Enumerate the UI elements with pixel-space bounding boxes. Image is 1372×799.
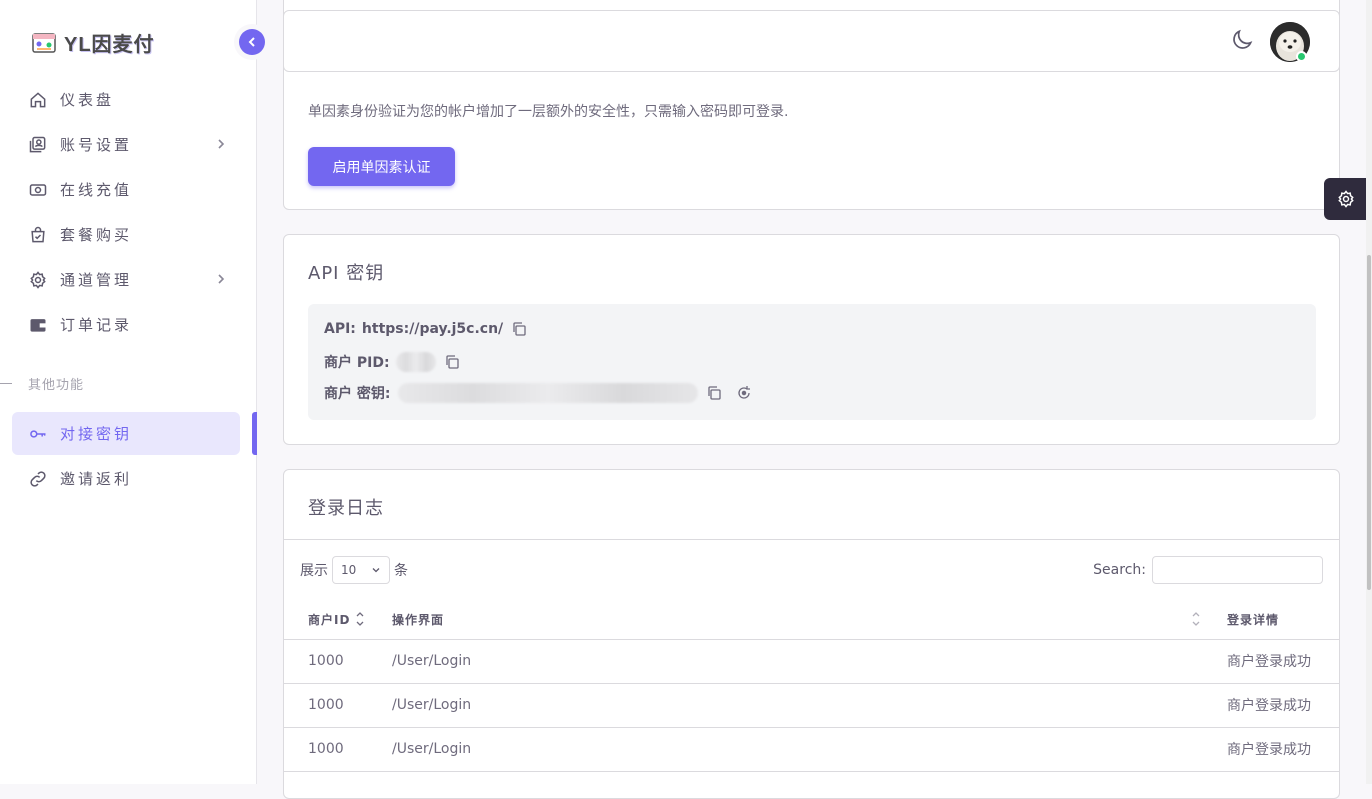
login-log-table: 商户ID 操作界面 登录详情 1000 /User/Login 商户登录成功 1… xyxy=(284,600,1339,772)
scrollbar-thumb[interactable] xyxy=(1367,255,1371,590)
sidebar: YL因麦付 仪表盘 账号设置 在线充值 套餐购买 通道管理 订单记录 其他功能 … xyxy=(0,0,257,784)
sidebar-item-referral[interactable]: 邀请返利 xyxy=(12,457,240,500)
section-divider xyxy=(0,383,12,384)
copy-icon[interactable] xyxy=(444,354,460,370)
top-navbar xyxy=(283,10,1340,72)
sort-icon xyxy=(356,612,364,626)
sidebar-item-channels[interactable]: 通道管理 xyxy=(12,258,240,301)
column-header-page[interactable]: 操作界面 xyxy=(392,600,1209,640)
cell-merchant-id: 1000 xyxy=(284,727,392,772)
refresh-icon[interactable] xyxy=(736,385,752,401)
menu-section-header: 其他功能 xyxy=(0,374,84,393)
card-divider xyxy=(284,539,1339,540)
customizer-toggle-button[interactable] xyxy=(1324,178,1368,220)
search-label: Search: xyxy=(1093,562,1146,578)
merchant-key-label: 商户 密钥: xyxy=(324,386,391,402)
cell-merchant-id: 1000 xyxy=(284,639,392,684)
sidebar-item-label: 账号设置 xyxy=(60,136,133,154)
show-label: 展示 xyxy=(300,563,328,579)
brand[interactable]: YL因麦付 xyxy=(30,28,155,57)
merchant-pid-label: 商户 PID: xyxy=(324,355,390,371)
enable-single-factor-button[interactable]: 启用单因素认证 xyxy=(308,147,455,186)
cell-merchant-id: 1000 xyxy=(284,683,392,728)
key-icon xyxy=(30,429,46,438)
sidebar-item-orders[interactable]: 订单记录 xyxy=(12,303,240,346)
cell-details: 商户登录成功 xyxy=(1209,727,1339,772)
api-info-box: API: https://pay.j5c.cn/ 商户 PID: 商户 密钥: xyxy=(308,304,1316,420)
gear-icon xyxy=(1338,190,1354,208)
brand-name: YL因麦付 xyxy=(64,34,155,56)
sidebar-item-recharge[interactable]: 在线充值 xyxy=(12,168,240,211)
chevron-right-icon xyxy=(218,274,225,284)
api-key-card: API 密钥 API: https://pay.j5c.cn/ 商户 PID: … xyxy=(283,234,1340,445)
cell-page: /User/Login xyxy=(392,639,1209,684)
active-indicator xyxy=(252,412,257,455)
online-status-dot xyxy=(1296,51,1307,62)
chevron-right-icon xyxy=(218,139,225,149)
sidebar-item-api-keys[interactable]: 对接密钥 xyxy=(12,412,240,455)
sidebar-item-label: 对接密钥 xyxy=(60,425,133,443)
sidebar-item-label: 订单记录 xyxy=(60,316,133,334)
link-icon xyxy=(30,470,46,487)
sidebar-item-label: 邀请返利 xyxy=(60,470,133,488)
security-description: 单因素身份验证为您的帐户增加了一层额外的安全性，只需输入密码即可登录. xyxy=(308,104,789,120)
search-input[interactable] xyxy=(1152,556,1323,584)
user-card-icon xyxy=(29,136,46,152)
sidebar-item-packages[interactable]: 套餐购买 xyxy=(12,213,240,256)
sidebar-item-label: 套餐购买 xyxy=(60,226,133,244)
merchant-pid-value-redacted xyxy=(395,352,436,372)
api-url-value: https://pay.j5c.cn/ xyxy=(361,321,504,337)
section-header-label: 其他功能 xyxy=(28,378,85,393)
cell-page: /User/Login xyxy=(392,683,1209,728)
table-row: 1000 /User/Login 商户登录成功 xyxy=(284,639,1339,684)
merchant-key-row: 商户 密钥: xyxy=(324,383,752,403)
column-header-details[interactable]: 登录详情 xyxy=(1209,600,1339,640)
chevron-down-icon xyxy=(372,568,380,573)
log-card-title: 登录日志 xyxy=(308,498,384,519)
merchant-pid-row: 商户 PID: xyxy=(324,352,460,372)
moon-icon[interactable] xyxy=(1229,27,1255,53)
sidebar-item-label: 仪表盘 xyxy=(60,91,115,109)
column-label: 商户ID xyxy=(308,612,351,627)
login-log-card: 登录日志 展示 10 条 Search: 商户ID 操作界面 登录详情 1000… xyxy=(283,469,1340,799)
sidebar-item-label: 在线充值 xyxy=(60,181,133,199)
page-size-select[interactable]: 10 xyxy=(332,556,390,584)
api-url-row: API: https://pay.j5c.cn/ xyxy=(324,321,527,337)
table-row: 1000 /User/Login 商户登录成功 xyxy=(284,727,1339,772)
merchant-key-value-redacted xyxy=(398,383,699,403)
copy-icon[interactable] xyxy=(706,385,722,401)
api-url-label: API: xyxy=(324,321,356,337)
wallet-icon xyxy=(30,318,46,332)
copy-icon[interactable] xyxy=(511,321,527,337)
cell-page: /User/Login xyxy=(392,727,1209,772)
sidebar-item-label: 通道管理 xyxy=(60,271,133,289)
cash-icon xyxy=(29,183,47,196)
table-header-row: 商户ID 操作界面 登录详情 xyxy=(284,600,1339,640)
page-length-control: 展示 10 条 xyxy=(300,556,408,584)
sort-icon xyxy=(1192,612,1200,626)
column-label: 登录详情 xyxy=(1227,612,1280,627)
cell-details: 商户登录成功 xyxy=(1209,639,1339,684)
api-card-title: API 密钥 xyxy=(308,263,385,284)
bag-icon xyxy=(31,226,45,242)
entries-label: 条 xyxy=(394,563,408,579)
column-label: 操作界面 xyxy=(392,612,445,627)
chevron-left-icon xyxy=(239,29,265,55)
page-size-value: 10 xyxy=(341,563,357,577)
brand-logo-icon xyxy=(32,32,56,53)
sidebar-item-dashboard[interactable]: 仪表盘 xyxy=(12,78,240,121)
page-scrollbar[interactable] xyxy=(1366,0,1372,784)
gear-icon xyxy=(30,270,46,289)
cell-details: 商户登录成功 xyxy=(1209,683,1339,728)
sidebar-collapse-button[interactable] xyxy=(234,24,270,60)
table-search: Search: xyxy=(1093,556,1323,584)
table-row: 1000 /User/Login 商户登录成功 xyxy=(284,683,1339,728)
sidebar-menu-other: 对接密钥 邀请返利 xyxy=(12,412,240,502)
column-header-merchant-id[interactable]: 商户ID xyxy=(284,600,392,640)
home-icon xyxy=(30,91,46,107)
sidebar-menu: 仪表盘 账号设置 在线充值 套餐购买 通道管理 订单记录 xyxy=(12,78,240,348)
sidebar-item-account-settings[interactable]: 账号设置 xyxy=(12,123,240,166)
